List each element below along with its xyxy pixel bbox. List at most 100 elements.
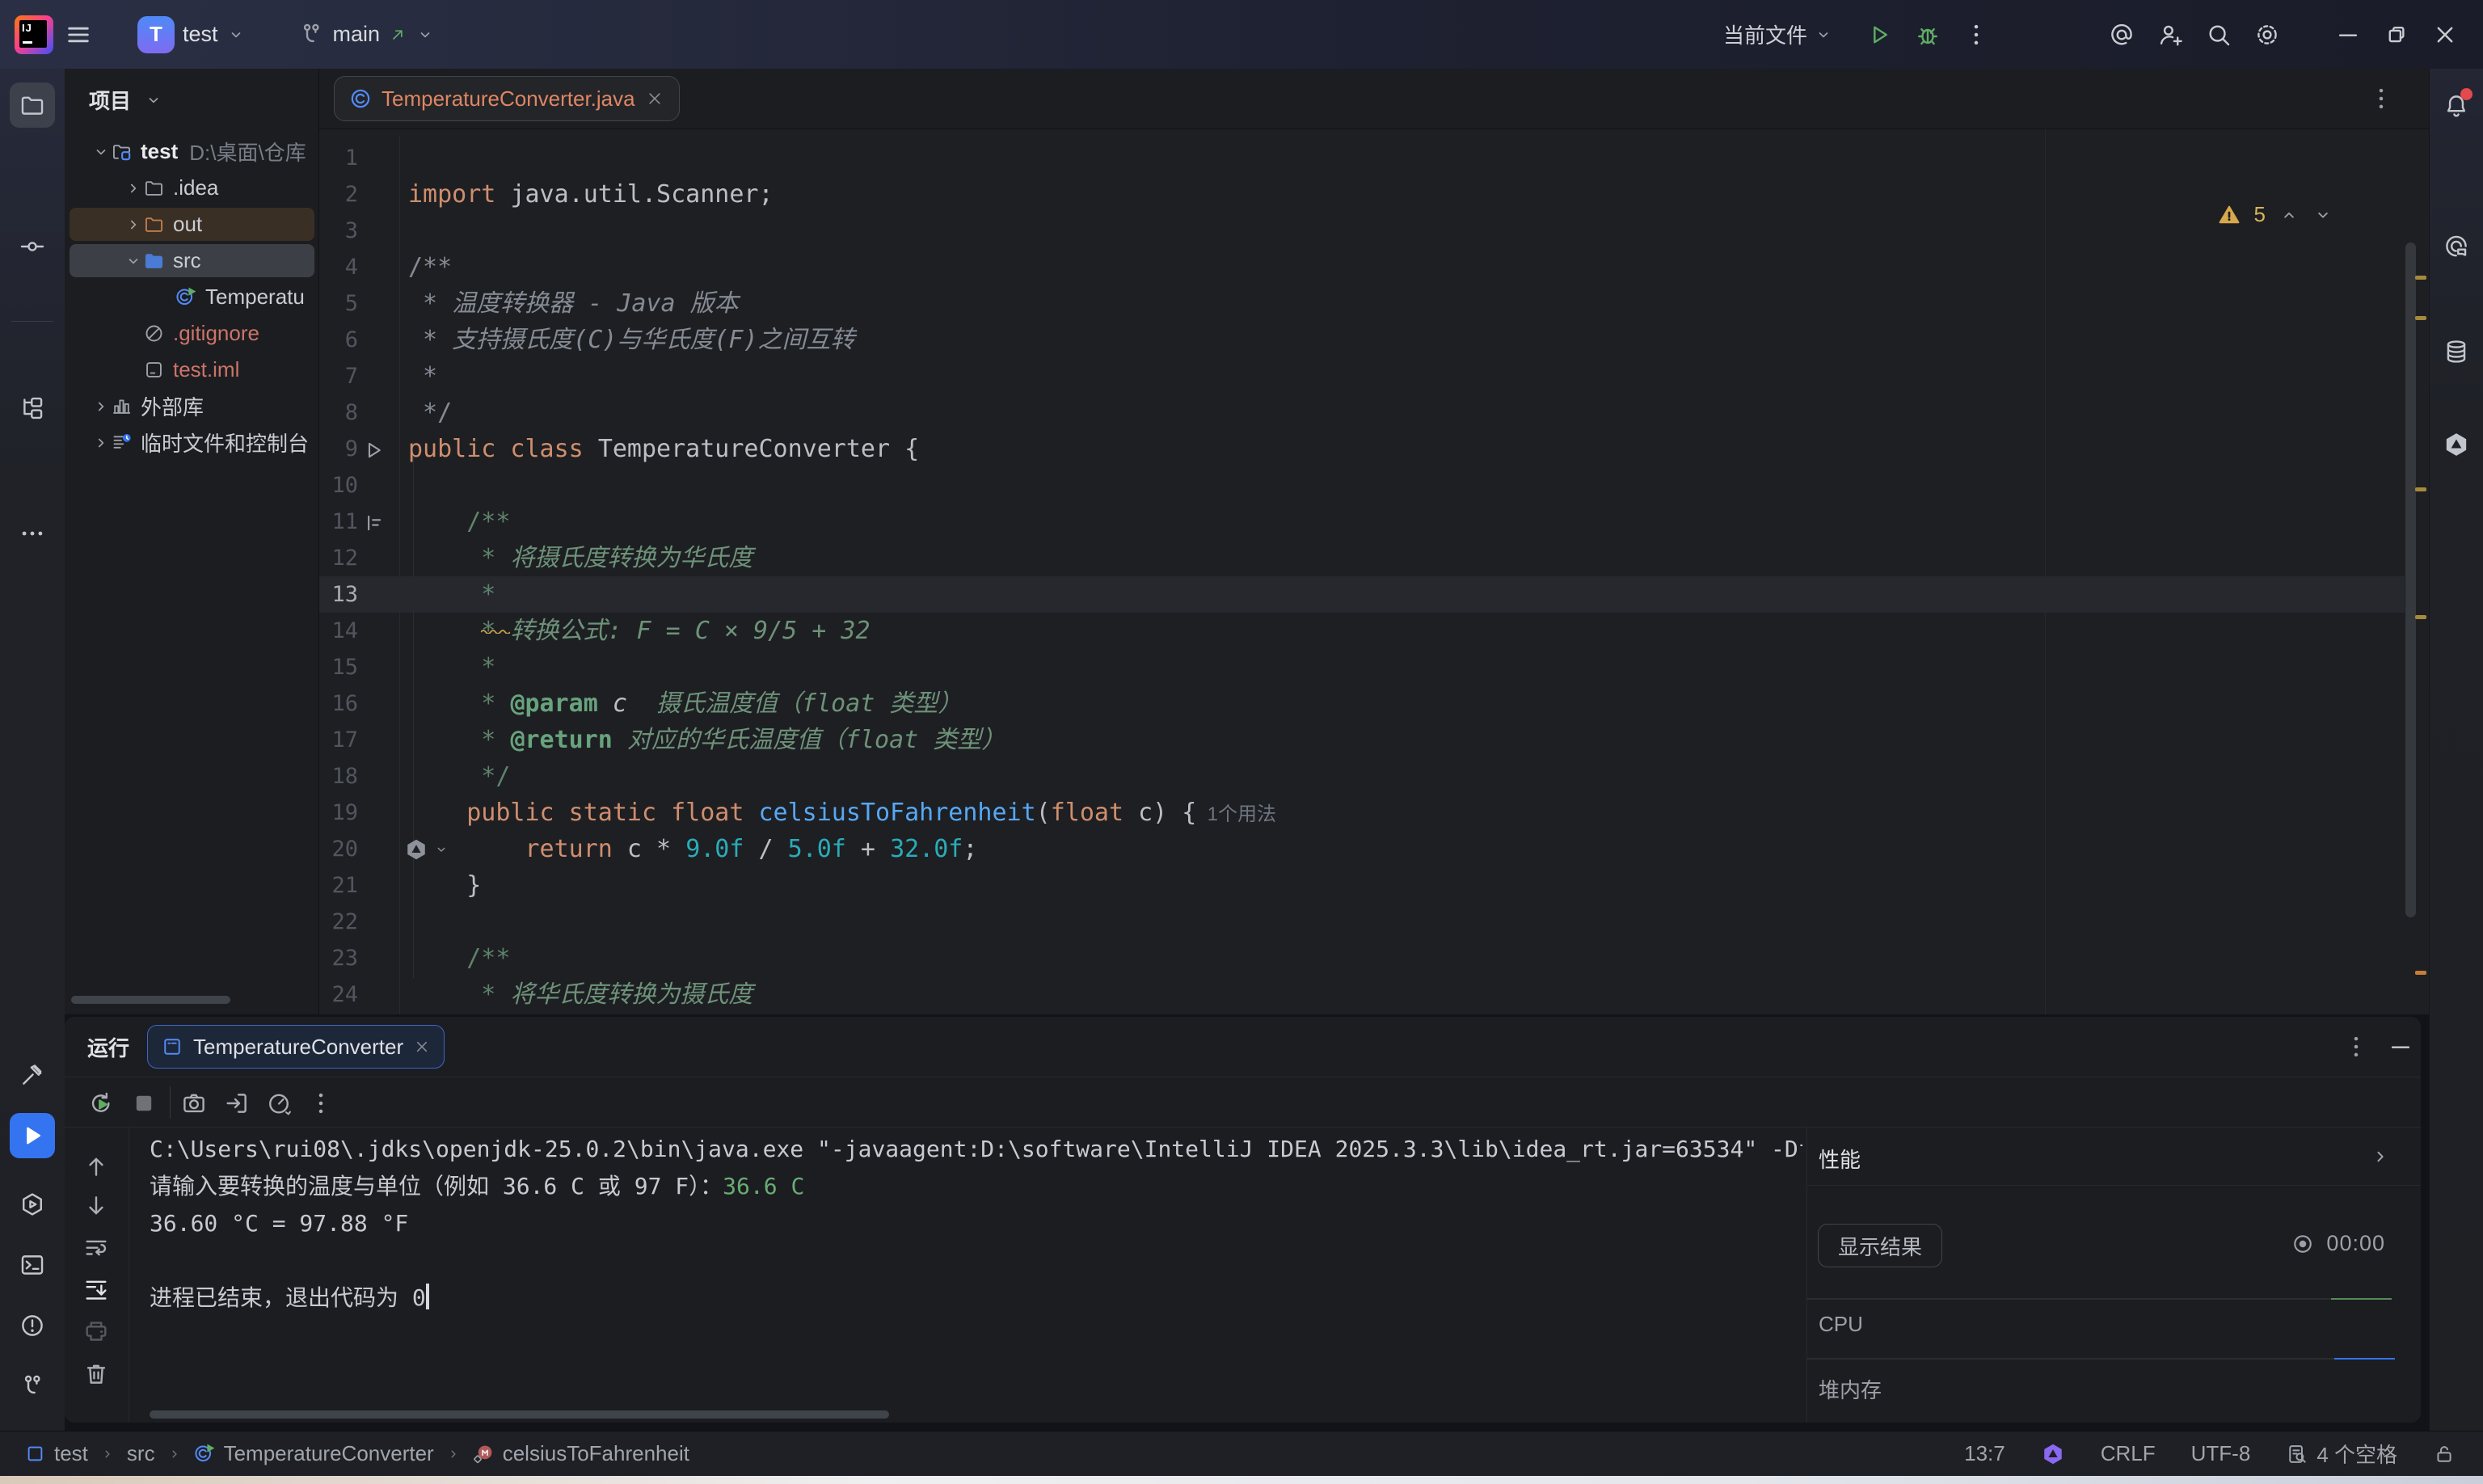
tree-item[interactable]: test.iml (65, 352, 319, 388)
tree-item[interactable]: src (65, 242, 319, 279)
close-tab-icon[interactable] (645, 89, 664, 108)
line-number[interactable]: 11 (319, 504, 358, 540)
invite-user-button[interactable] (2156, 21, 2184, 48)
stop-button[interactable] (130, 1090, 158, 1117)
code-line[interactable]: 7 * (319, 358, 2405, 394)
breadcrumb-item[interactable]: src (127, 1441, 155, 1466)
breadcrumb-item[interactable]: celsiusToFahrenheit (473, 1441, 689, 1466)
clear-all-button[interactable] (82, 1360, 110, 1388)
line-number[interactable]: 16 (319, 685, 358, 722)
line-number[interactable]: 24 (319, 976, 358, 1013)
line-number[interactable]: 7 (319, 358, 358, 394)
code-line[interactable]: 21 } (319, 867, 2405, 904)
code-line[interactable]: 1 (319, 140, 2405, 176)
line-number[interactable]: 19 (319, 795, 358, 831)
stripe-button-database[interactable] (2434, 329, 2479, 374)
chevron-right-icon[interactable] (124, 215, 143, 234)
show-results-button[interactable]: 显示结果 (1818, 1224, 1942, 1267)
soft-wrap-button[interactable] (82, 1234, 110, 1262)
code-line[interactable]: 23 /** (319, 940, 2405, 976)
code-line[interactable]: 22 (319, 904, 2405, 940)
run-configuration-widget[interactable]: 当前文件 (1723, 19, 1833, 49)
scroll-to-end-button[interactable] (82, 1276, 110, 1304)
search-everywhere-button[interactable] (2205, 21, 2232, 48)
line-number[interactable]: 18 (319, 758, 358, 795)
code-line[interactable]: 14 * 转换公式: F = C × 9/5 + 32 (319, 613, 2405, 649)
stripe-button-terminal[interactable] (10, 1242, 55, 1288)
tree-item[interactable]: Temperatu (65, 279, 319, 315)
stripe-button-problems[interactable] (10, 1303, 55, 1348)
chevron-right-icon[interactable] (91, 433, 111, 453)
gutter-annotation-icon[interactable] (361, 509, 386, 533)
line-number[interactable]: 20 (319, 831, 358, 867)
code-line[interactable]: 13 * (319, 576, 2405, 613)
tree-item[interactable]: out (65, 206, 319, 242)
code-line[interactable]: 17 * @return 对应的华氏温度值（float 类型） (319, 722, 2405, 758)
stripe-button-version-control[interactable] (10, 1364, 55, 1409)
capture-memory-snapshot-button[interactable] (180, 1090, 208, 1117)
code-line[interactable]: 9public class TemperatureConverter { (319, 431, 2405, 467)
console-horizontal-scrollbar[interactable] (150, 1410, 889, 1419)
caret-position-widget[interactable]: 13:7 (1964, 1441, 2005, 1466)
code-line[interactable]: 4/** (319, 249, 2405, 285)
close-tab-icon[interactable] (413, 1038, 431, 1056)
warning-stripe-mark[interactable] (2415, 487, 2426, 491)
code-line[interactable]: 18 */ (319, 758, 2405, 795)
run-options-kebab-icon[interactable] (2342, 1033, 2370, 1060)
code-line[interactable]: 16 * @param c 摄氏温度值（float 类型） (319, 685, 2405, 722)
stripe-button-run[interactable] (10, 1113, 55, 1158)
stripe-button-structure[interactable] (10, 386, 55, 431)
tree-item[interactable]: .idea (65, 170, 319, 206)
tree-item[interactable]: 临时文件和控制台 (65, 424, 319, 461)
chevron-down-icon[interactable] (124, 251, 143, 271)
rerun-button[interactable] (87, 1090, 115, 1117)
line-number[interactable]: 12 (319, 540, 358, 576)
up-stacktrace-button[interactable] (82, 1153, 110, 1180)
line-number[interactable]: 13 (319, 576, 358, 613)
line-number[interactable]: 9 (319, 431, 358, 467)
line-number[interactable]: 22 (319, 904, 358, 940)
editor-scrollbar[interactable] (2405, 242, 2416, 917)
more-actions-button[interactable] (1962, 21, 1990, 48)
warning-stripe-mark[interactable] (2415, 316, 2426, 320)
code-line[interactable]: 5 * 温度转换器 - Java 版本 (319, 285, 2405, 322)
warning-stripe-mark[interactable] (2415, 971, 2426, 975)
line-number[interactable]: 4 (319, 249, 358, 285)
code-line[interactable]: 11 /** (319, 504, 2405, 540)
console-output[interactable]: C:\Users\rui08\.jdks\openjdk-25.0.2\bin\… (150, 1128, 1802, 1416)
chevron-right-icon[interactable] (91, 397, 111, 416)
tree-item[interactable]: testD:\桌面\仓库 (65, 133, 319, 170)
chevron-right-icon[interactable] (2369, 1145, 2392, 1168)
window-close-button[interactable] (2431, 21, 2459, 48)
run-tab[interactable]: TemperatureConverter (147, 1025, 445, 1069)
indent-widget[interactable]: 4 个空格 (2286, 1439, 2397, 1469)
ai-inline-hint[interactable] (404, 837, 449, 862)
line-separator-widget[interactable]: CRLF (2101, 1441, 2156, 1466)
stripe-button-notifications[interactable] (2434, 83, 2479, 129)
ai-assistant-status[interactable] (2041, 1442, 2065, 1466)
run-class-gutter-icon[interactable] (361, 436, 386, 461)
horizontal-scrollbar[interactable] (71, 996, 230, 1004)
stripe-button-ai-chat[interactable] (2434, 224, 2479, 269)
profiler-button[interactable] (265, 1090, 293, 1117)
code-line[interactable]: 20 return c * 9.0f / 5.0f + 32.0f; (319, 831, 2405, 867)
code-line[interactable]: 15 * (319, 649, 2405, 685)
line-number[interactable]: 17 (319, 722, 358, 758)
line-number[interactable]: 8 (319, 394, 358, 431)
code-line[interactable]: 6 * 支持摄氏度(C)与华氏度(F)之间互转 (319, 322, 2405, 358)
code-line[interactable]: 8 */ (319, 394, 2405, 431)
code-line[interactable]: 19 public static float celsiusToFahrenhe… (319, 795, 2405, 831)
stripe-button-project[interactable] (10, 82, 55, 128)
next-warning-icon[interactable] (2312, 204, 2333, 226)
line-number[interactable]: 10 (319, 467, 358, 504)
code-line[interactable]: 3 (319, 213, 2405, 249)
prev-warning-icon[interactable] (2279, 204, 2300, 226)
tab-options-kebab-icon[interactable] (2367, 85, 2395, 112)
code-line[interactable]: 24 * 将华氏度转换为摄氏度 (319, 976, 2405, 1013)
down-stacktrace-button[interactable] (82, 1192, 110, 1220)
tree-item[interactable]: 外部库 (65, 388, 319, 424)
chevron-down-icon[interactable] (91, 142, 111, 162)
stripe-button-commit[interactable] (10, 224, 55, 269)
line-number[interactable]: 5 (319, 285, 358, 322)
warning-stripe-mark[interactable] (2415, 276, 2426, 280)
